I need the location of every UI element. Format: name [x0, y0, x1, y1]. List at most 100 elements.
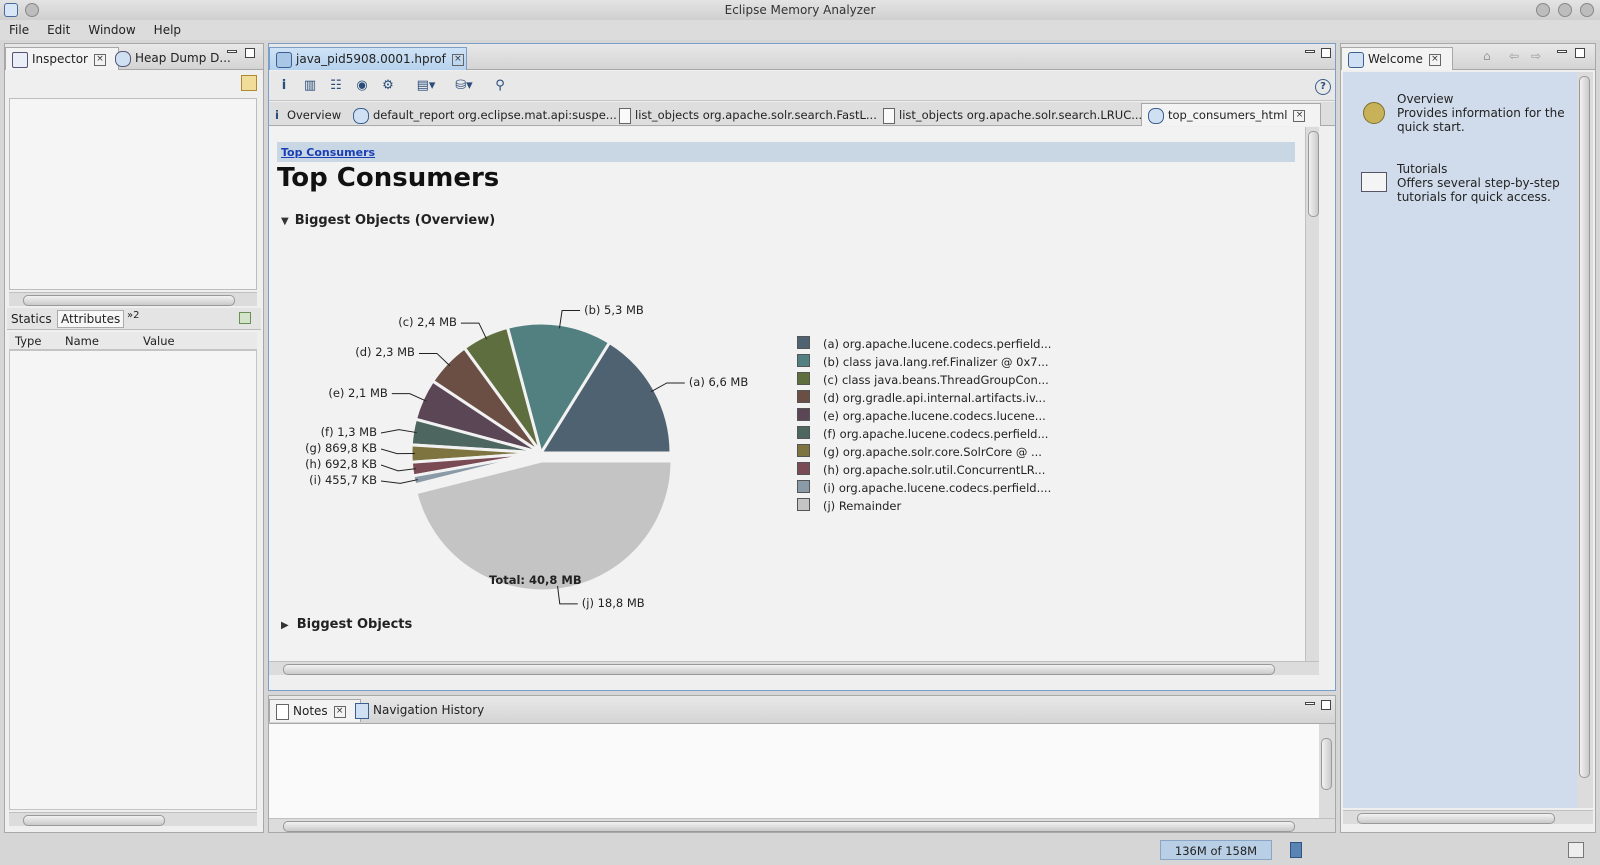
tab-hprof-file[interactable]: java_pid5908.0001.hprof ×	[269, 47, 467, 70]
legend-item: (h) org.apache.solr.util.ConcurrentLR...	[797, 461, 1045, 479]
thread-overview-icon[interactable]: ⚙	[379, 77, 397, 95]
pin-icon[interactable]	[239, 312, 251, 324]
scroll-thumb[interactable]	[23, 815, 165, 826]
maximize-view-button[interactable]	[1321, 48, 1331, 58]
tab-heap-dump-details[interactable]: Heap Dump D...	[109, 47, 233, 69]
progress-icon[interactable]	[1568, 842, 1584, 858]
legend-swatch	[797, 498, 810, 511]
tab-list-objects-lruc[interactable]: list_objects org.apache.solr.search.LRUC…	[877, 104, 1151, 126]
notes-vscroll[interactable]	[1319, 724, 1335, 818]
close-window-button[interactable]	[1580, 3, 1594, 17]
garbage-collect-icon[interactable]	[1290, 842, 1302, 858]
scroll-thumb[interactable]	[1579, 76, 1590, 778]
legend-swatch	[797, 408, 810, 421]
attributes-hscroll[interactable]	[9, 812, 257, 826]
tab-navigation-history[interactable]: Navigation History	[349, 699, 489, 721]
scroll-thumb[interactable]	[1357, 813, 1555, 824]
query-browser-dropdown-icon[interactable]: ⛁▾	[449, 77, 479, 95]
maximize-view-button[interactable]	[245, 48, 255, 58]
minimize-view-button[interactable]	[227, 50, 237, 53]
document-icon	[619, 107, 631, 124]
inspector-tabbar: Inspector × Heap Dump D...	[5, 44, 263, 70]
attributes-tabbar: Statics Attributes »2	[7, 308, 261, 330]
chart-total: Total: 40,8 MB	[489, 573, 582, 587]
window-menu-button[interactable]	[25, 3, 39, 17]
column-type[interactable]: Type	[15, 334, 41, 348]
report-hscroll[interactable]	[269, 661, 1319, 675]
forward-arrow-icon[interactable]: ⇨	[1531, 49, 1541, 63]
pie-slice-label: (e) 2,1 MB	[328, 385, 388, 400]
tab-notes[interactable]: Notes ×	[269, 699, 361, 722]
pie-slice-label: (j) 18,8 MB	[581, 595, 645, 610]
scroll-thumb[interactable]	[23, 295, 235, 306]
close-icon[interactable]: ×	[1428, 53, 1441, 66]
inspector-tree	[9, 98, 257, 290]
menu-help[interactable]: Help	[145, 20, 190, 40]
navigation-history-icon	[355, 702, 369, 719]
pie-slice-label: (f) 1,3 MB	[320, 425, 377, 439]
column-name[interactable]: Name	[65, 334, 99, 348]
back-arrow-icon[interactable]: ⇦	[1509, 49, 1519, 63]
legend-label: (j) Remainder	[823, 499, 902, 513]
maximize-view-button[interactable]	[1321, 700, 1331, 710]
tab-top-consumers-html[interactable]: top_consumers_html ×	[1141, 103, 1321, 126]
report-icon	[353, 107, 369, 124]
run-report-dropdown-icon[interactable]: ▤▾	[411, 77, 441, 95]
notes-hscroll[interactable]	[269, 818, 1335, 832]
legend-item: (c) class java.beans.ThreadGroupCon...	[797, 371, 1049, 389]
dominator-tree-icon[interactable]: ☷	[327, 77, 345, 95]
section-biggest-objects[interactable]: ▶ Biggest Objects	[281, 617, 412, 632]
welcome-hscroll[interactable]	[1343, 810, 1593, 824]
welcome-tabbar: Welcome × ⌂ ⇦ ⇨	[1341, 44, 1595, 70]
welcome-item-tutorials[interactable]: Tutorials Offers several step-by-step tu…	[1397, 162, 1573, 204]
close-icon[interactable]: ×	[1293, 109, 1306, 122]
notes-textarea[interactable]	[269, 724, 1319, 818]
help-icon[interactable]: ?	[1315, 79, 1331, 95]
tab-statics[interactable]: Statics	[11, 312, 52, 326]
tab-welcome[interactable]: Welcome ×	[1341, 47, 1453, 70]
scroll-thumb[interactable]	[283, 821, 1295, 832]
search-icon[interactable]: ⚲	[491, 77, 509, 95]
more-tabs-button[interactable]: »2	[127, 310, 139, 321]
tab-overview[interactable]: i Overview	[269, 104, 357, 126]
tab-inspector[interactable]: Inspector ×	[5, 47, 119, 70]
scroll-thumb[interactable]	[283, 664, 1275, 675]
minimize-view-button[interactable]	[1305, 702, 1315, 705]
welcome-item-overview[interactable]: Overview Provides information for the qu…	[1397, 92, 1573, 134]
scroll-thumb[interactable]	[1308, 131, 1319, 217]
menu-window[interactable]: Window	[79, 20, 144, 40]
inspector-hscroll[interactable]	[9, 292, 257, 306]
legend-swatch	[797, 390, 810, 403]
column-value[interactable]: Value	[143, 334, 175, 348]
editor-panel: java_pid5908.0001.hprof × i ▥ ☷ ◉ ⚙ ▤▾ ⛁▾…	[268, 43, 1336, 691]
tab-default-report[interactable]: default_report org.eclipse.mat.api:suspe…	[347, 104, 623, 126]
pie-slice-label: (i) 455,7 KB	[309, 473, 377, 487]
maximize-button[interactable]	[1558, 3, 1572, 17]
inspector-panel: Inspector × Heap Dump D... Statics Attrib…	[4, 43, 264, 833]
sync-icon[interactable]	[241, 75, 257, 91]
info-icon: i	[275, 108, 279, 122]
menu-file[interactable]: File	[0, 20, 38, 40]
minimize-view-button[interactable]	[1557, 50, 1567, 53]
close-icon[interactable]: ×	[93, 53, 106, 66]
notes-tabbar: Notes × Navigation History	[269, 696, 1335, 724]
scroll-thumb[interactable]	[1321, 738, 1332, 790]
minimize-view-button[interactable]	[1305, 50, 1315, 53]
tab-list-objects-fastl[interactable]: list_objects org.apache.solr.search.Fast…	[613, 104, 887, 126]
close-icon[interactable]: ×	[451, 53, 464, 66]
oql-icon[interactable]: ◉	[353, 77, 371, 95]
close-icon[interactable]: ×	[333, 705, 346, 718]
legend-item: (d) org.gradle.api.internal.artifacts.iv…	[797, 389, 1046, 407]
tab-attributes[interactable]: Attributes	[57, 310, 125, 328]
menu-edit[interactable]: Edit	[38, 20, 79, 40]
report-vscroll[interactable]	[1305, 127, 1319, 661]
minimize-button[interactable]	[1536, 3, 1550, 17]
inspector-icon	[12, 51, 28, 68]
app-icon	[4, 3, 18, 17]
welcome-vscroll[interactable]	[1577, 72, 1593, 808]
home-icon[interactable]: ⌂	[1483, 49, 1491, 63]
maximize-view-button[interactable]	[1575, 48, 1585, 58]
histogram-icon[interactable]: ▥	[301, 77, 319, 95]
pie-leader-line	[380, 479, 418, 484]
info-icon[interactable]: i	[275, 77, 293, 95]
